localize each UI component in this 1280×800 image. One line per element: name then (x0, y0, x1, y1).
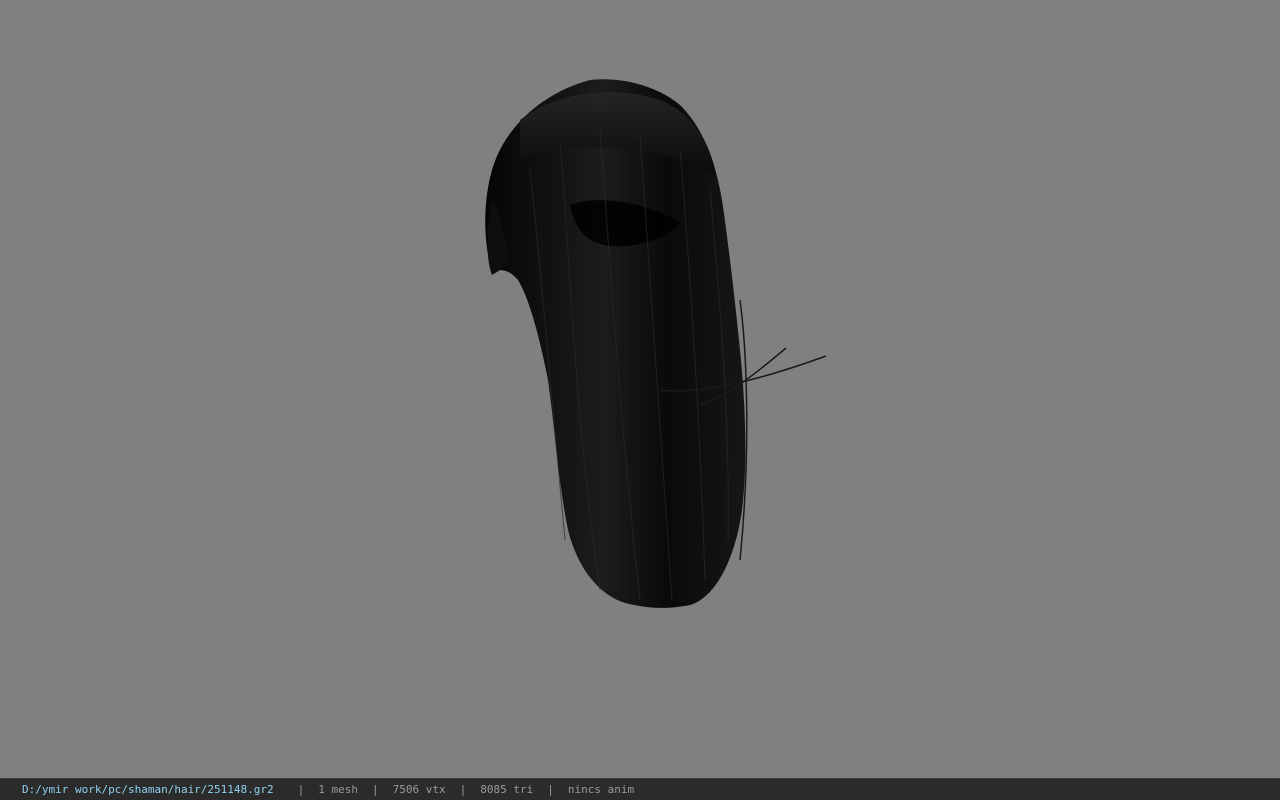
status-separator: | (372, 783, 379, 796)
vertex-count-label: 7506 vtx (392, 783, 446, 796)
status-separator: | (297, 783, 305, 796)
status-bar: D:/ymir work/pc/shaman/hair/251148.gr2 |… (0, 778, 1280, 800)
status-separator: | (547, 783, 554, 796)
file-path-label: D:/ymir work/pc/shaman/hair/251148.gr2 (22, 783, 274, 796)
anim-status-label: nincs anim (567, 783, 635, 796)
mesh-count-label: 1 mesh (318, 783, 359, 796)
3d-viewport[interactable] (0, 0, 1280, 778)
hair-model-render[interactable] (0, 0, 1280, 778)
status-separator: | (459, 783, 467, 796)
triangle-count-label: 8085 tri (480, 783, 534, 796)
